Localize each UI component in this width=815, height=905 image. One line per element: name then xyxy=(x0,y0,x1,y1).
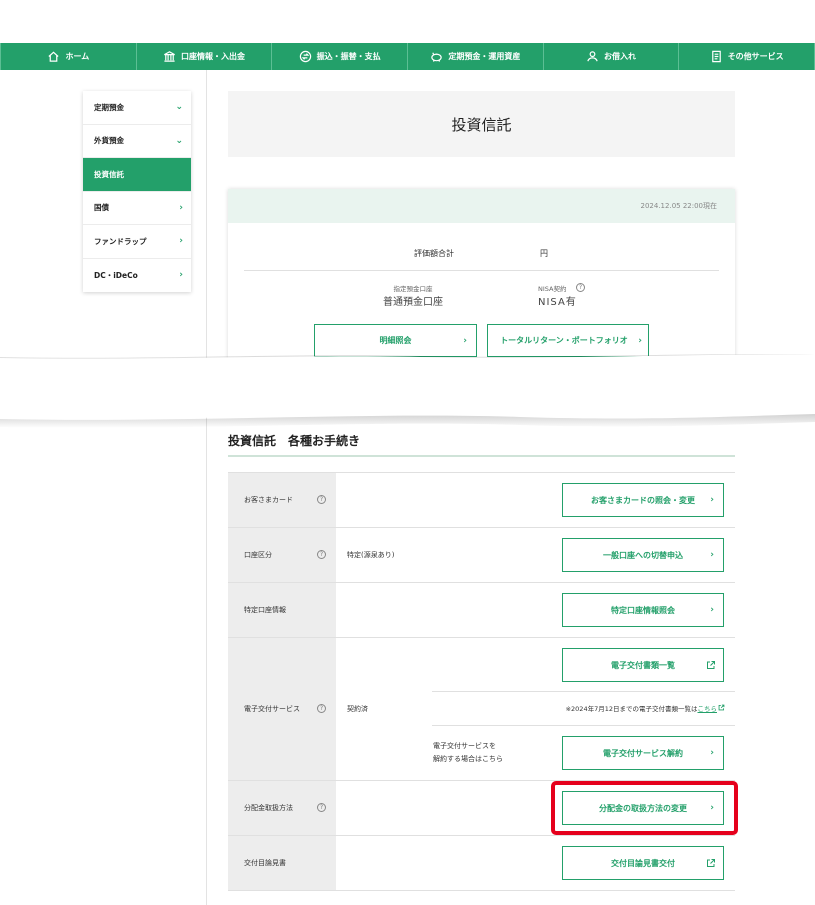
sidebar-item-dc-ideco[interactable]: DC・iDeCo › xyxy=(83,259,191,293)
external-link-icon xyxy=(718,704,725,711)
e-delivery-cancel-label: 電子交付サービス解約 xyxy=(603,748,683,758)
nisa-value: NISA有 xyxy=(538,297,577,308)
nav-loans[interactable]: お借入れ xyxy=(544,43,680,70)
nav-account-info-label: 口座情報・入出金 xyxy=(181,52,245,61)
row-divider xyxy=(228,527,735,528)
row-label-specific-account: 特定口座情報 xyxy=(244,606,286,614)
cancel-note-line1: 電子交付サービスを xyxy=(433,742,496,750)
chevron-right-icon: › xyxy=(710,605,714,615)
nav-account-info[interactable]: 口座情報・入出金 xyxy=(137,43,273,70)
e-delivery-note: ※2024年7月12日までの電子交付書類一覧はこちら xyxy=(440,703,725,713)
content-divider xyxy=(206,70,207,905)
account-label: 指定預金口座 xyxy=(393,285,433,293)
chevron-right-icon: › xyxy=(710,748,714,758)
home-icon xyxy=(48,51,59,62)
prospectus-delivery-button[interactable]: 交付目論見書交付 xyxy=(562,846,724,880)
bank-icon xyxy=(164,51,175,62)
timestamp: 2024.12.05 22:00現在 xyxy=(640,202,717,210)
chevron-right-icon: › xyxy=(179,236,183,247)
chevron-down-icon: ⌄ xyxy=(175,135,183,146)
page-title-box: 投資信託 xyxy=(228,91,735,157)
sidebar-item-government-bonds[interactable]: 国債 › xyxy=(83,192,191,225)
e-delivery-cancel-button[interactable]: 電子交付サービス解約 › xyxy=(562,736,724,770)
row-divider xyxy=(228,835,735,836)
section-underline xyxy=(228,455,735,457)
nav-home-label: ホーム xyxy=(65,52,90,61)
nav-other-services[interactable]: その他サービス xyxy=(679,43,815,70)
transfer-icon xyxy=(299,50,311,63)
row-divider xyxy=(228,890,735,891)
customer-card-button[interactable]: お客さまカードの照会・変更 › xyxy=(562,483,724,517)
e-document-list-label: 電子交付書類一覧 xyxy=(611,660,675,670)
help-icon[interactable]: ? xyxy=(576,283,585,292)
prospectus-button-label: 交付目論見書交付 xyxy=(611,858,675,868)
sidebar-item-label: 国債 xyxy=(94,203,109,213)
row-label-account-type: 口座区分 xyxy=(244,551,272,559)
torn-paper-separator xyxy=(0,354,815,428)
sidebar-item-investment-trust[interactable]: 投資信託 xyxy=(83,158,191,192)
e-document-list-button[interactable]: 電子交付書類一覧 xyxy=(562,648,724,682)
external-link-icon xyxy=(707,859,715,867)
sidebar-item-fund-wrap[interactable]: ファンドラップ › xyxy=(83,225,191,259)
note-link[interactable]: こちら xyxy=(698,705,718,713)
row-divider xyxy=(228,472,735,473)
help-icon[interactable]: ? xyxy=(317,495,326,504)
nav-transfer[interactable]: 振込・振替・支払 xyxy=(272,43,409,70)
help-icon[interactable]: ? xyxy=(317,550,326,559)
sidebar-item-time-deposit[interactable]: 定期預金 ⌄ xyxy=(83,91,191,125)
summary-card-header: 2024.12.05 22:00現在 xyxy=(228,189,735,223)
nav-transfer-label: 振込・振替・支払 xyxy=(316,52,381,61)
note-text: ※2024年7月12日までの電子交付書類一覧は xyxy=(565,705,698,713)
total-label: 評価額合計 xyxy=(414,249,454,258)
row-label-e-delivery: 電子交付サービス xyxy=(244,705,300,713)
row-divider xyxy=(228,582,735,583)
sidebar-item-label: DC・iDeCo xyxy=(94,270,138,280)
external-link-icon xyxy=(707,661,715,669)
sub-row-divider xyxy=(432,725,735,726)
sidebar: 定期預金 ⌄ 外貨預金 ⌄ 投資信託 国債 › ファンドラップ › DC・iDe… xyxy=(83,91,191,292)
customer-card-button-label: お客さまカードの照会・変更 xyxy=(591,495,695,505)
row-label-prospectus: 交付目論見書 xyxy=(244,859,286,867)
sidebar-item-label: 外貨預金 xyxy=(94,136,124,146)
row-divider xyxy=(228,637,735,638)
chevron-right-icon: › xyxy=(179,202,183,213)
nav-deposits[interactable]: 定期預金・運用資産 xyxy=(408,43,544,70)
switch-general-account-button[interactable]: 一般口座への切替申込 › xyxy=(562,538,724,572)
help-icon[interactable]: ? xyxy=(317,803,326,812)
sidebar-item-foreign-deposit[interactable]: 外貨預金 ⌄ xyxy=(83,125,191,158)
cancel-note-line2: 解約する場合はこちら xyxy=(433,755,503,763)
highlight-frame xyxy=(551,781,738,835)
chevron-right-icon: › xyxy=(179,270,183,281)
nav-home[interactable]: ホーム xyxy=(0,43,137,70)
chevron-right-icon: › xyxy=(710,550,714,560)
specific-account-info-button[interactable]: 特定口座情報照会 › xyxy=(562,593,724,627)
total-unit: 円 xyxy=(540,249,548,258)
nav-loans-label: お借入れ xyxy=(604,52,637,61)
switch-account-button-label: 一般口座への切替申込 xyxy=(603,550,683,560)
nav-deposits-label: 定期預金・運用資産 xyxy=(448,52,521,61)
document-icon xyxy=(711,50,721,63)
global-nav: ホーム 口座情報・入出金 振込・振替・支払 定期預金・運用資産 お借入れ その他… xyxy=(0,43,815,70)
chevron-right-icon: › xyxy=(710,495,714,505)
account-value: 普通預金口座 xyxy=(383,297,443,308)
e-delivery-status: 契約済 xyxy=(347,705,368,713)
page-title: 投資信託 xyxy=(451,115,512,134)
divider xyxy=(244,270,719,271)
row-label-distribution: 分配金取扱方法 xyxy=(244,804,293,812)
label-column xyxy=(228,472,336,890)
piggy-bank-icon xyxy=(431,52,443,62)
specific-account-button-label: 特定口座情報照会 xyxy=(611,605,675,615)
procedures-title: 投資信託 各種お手続き xyxy=(228,434,361,448)
nisa-label: NISA契約 xyxy=(538,285,567,293)
help-icon[interactable]: ? xyxy=(317,704,326,713)
sub-row-divider xyxy=(432,691,735,692)
account-type-value: 特定(源泉あり) xyxy=(347,551,395,559)
nav-other-services-label: その他サービス xyxy=(727,52,784,61)
row-label-customer-card: お客さまカード xyxy=(244,496,293,504)
loan-icon xyxy=(587,51,598,62)
sidebar-item-label: 投資信託 xyxy=(94,169,124,179)
sidebar-item-label: 定期預金 xyxy=(94,102,124,112)
sidebar-item-label: ファンドラップ xyxy=(94,236,147,246)
chevron-down-icon: ⌄ xyxy=(175,102,183,113)
